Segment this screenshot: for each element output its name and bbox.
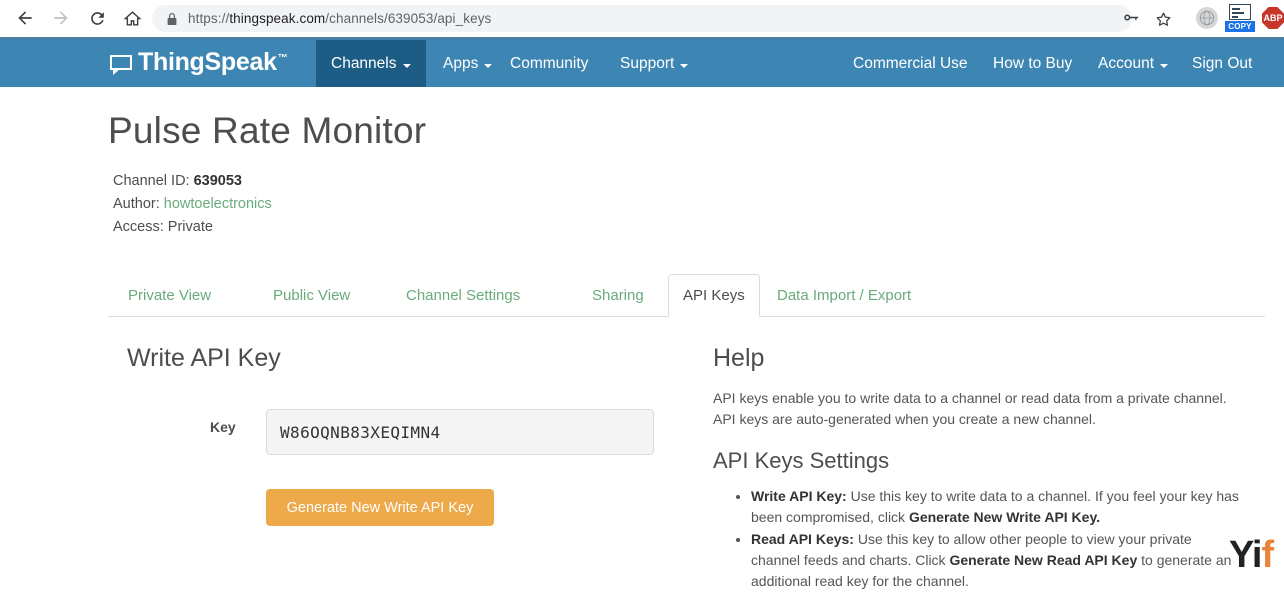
abp-label: ABP (1263, 13, 1283, 23)
channel-meta: Channel ID: 639053 Author: howtoelectron… (113, 170, 272, 239)
api-keys-settings-heading: API Keys Settings (713, 448, 890, 473)
channel-id-value: 639053 (193, 173, 242, 189)
chevron-down-icon (484, 63, 493, 68)
browser-chrome: https://thingspeak.com/channels/639053/a… (0, 0, 1284, 37)
watermark: Yif (1229, 534, 1275, 576)
url-text: https://thingspeak.com/channels/639053/a… (188, 11, 491, 26)
extension-icons: COPY ABP (1196, 4, 1284, 32)
chevron-down-icon (1160, 63, 1169, 68)
channel-tabs: Private View Public View Channel Setting… (108, 274, 1265, 317)
nav-item-support-label: Support (620, 54, 675, 72)
tab-sharing-label: Sharing (592, 286, 644, 304)
channel-author-label: Author: (113, 196, 160, 212)
star-icon[interactable] (1150, 6, 1176, 32)
back-button[interactable] (10, 3, 40, 33)
reload-icon (90, 11, 104, 25)
home-icon (123, 10, 141, 26)
speech-bubble-icon (110, 55, 132, 75)
back-arrow-icon (18, 11, 32, 25)
nav-item-how-to-buy[interactable]: How to Buy (978, 40, 1087, 87)
nav-item-how-to-buy-label: How to Buy (993, 54, 1073, 72)
channel-id-row: Channel ID: 639053 (113, 170, 272, 193)
nav-item-community-label: Community (510, 54, 589, 72)
thingspeak-logo[interactable]: ThingSpeak ™ (110, 48, 288, 77)
help-list: Write API Key: Use this key to write dat… (733, 486, 1243, 593)
forward-arrow-icon (54, 11, 68, 25)
nav-item-sign-out[interactable]: Sign Out (1177, 40, 1267, 87)
brand-trademark: ™ (277, 53, 288, 64)
nav-item-commercial-use[interactable]: Commercial Use (838, 40, 983, 87)
channel-access-label: Access: (113, 219, 164, 235)
tab-data-import-export[interactable]: Data Import / Export (763, 274, 925, 316)
page-title: Pulse Rate Monitor (108, 110, 427, 151)
key-icon[interactable] (1118, 6, 1144, 32)
write-api-key-label: Key (210, 419, 236, 435)
nav-item-support[interactable]: Support (605, 40, 703, 87)
copy-extension-label: COPY (1225, 21, 1255, 32)
tab-sharing[interactable]: Sharing (578, 274, 658, 316)
lock-icon (167, 12, 177, 25)
channel-id-label: Channel ID: (113, 173, 190, 189)
nav-item-account-label: Account (1098, 54, 1155, 72)
list-item: Read API Keys: Use this key to allow oth… (751, 529, 1243, 592)
url-scheme: https:// (188, 11, 230, 26)
document-icon (1229, 4, 1251, 20)
chevron-down-icon (680, 63, 689, 68)
nav-item-sign-out-label: Sign Out (1192, 54, 1253, 72)
forward-button[interactable] (46, 3, 76, 33)
nav-item-channels-label: Channels (331, 54, 397, 72)
tab-channel-settings-label: Channel Settings (406, 286, 521, 304)
generate-new-write-api-key-button[interactable]: Generate New Write API Key (266, 489, 494, 526)
chevron-down-icon (402, 63, 411, 68)
write-api-key-heading: Write API Key (127, 344, 281, 372)
channel-access-row: Access: Private (113, 216, 272, 239)
nav-item-apps-label: Apps (443, 54, 479, 72)
omnibox-actions (1118, 6, 1176, 32)
tab-public-view-label: Public View (273, 286, 351, 304)
home-button[interactable] (117, 3, 147, 33)
list-item: Write API Key: Use this key to write dat… (751, 486, 1243, 528)
url-host: thingspeak.com (229, 11, 326, 26)
url-path: /channels/639053/api_keys (325, 11, 492, 26)
help-item-bold-mid: Generate New Read API Key (949, 552, 1138, 568)
tab-private-view[interactable]: Private View (114, 274, 225, 316)
tab-channel-settings[interactable]: Channel Settings (392, 274, 534, 316)
url-bar[interactable]: https://thingspeak.com/channels/639053/a… (152, 5, 1132, 32)
channel-access-value: Private (167, 219, 213, 235)
help-intro-text: API keys enable you to write data to a c… (713, 390, 1227, 427)
help-item-term: Read API Keys: (751, 531, 854, 547)
tab-api-keys-label: API Keys (683, 287, 745, 304)
nav-item-commercial-use-label: Commercial Use (853, 54, 968, 72)
brand-name: ThingSpeak (138, 48, 277, 76)
adblock-plus-extension-icon[interactable]: ABP (1262, 7, 1284, 29)
tab-private-view-label: Private View (128, 286, 212, 304)
copy-extension-icon[interactable]: COPY (1225, 4, 1255, 32)
reload-button[interactable] (82, 3, 112, 33)
help-item-bold-mid: Generate New Write API Key. (908, 509, 1101, 525)
globe-extension-icon[interactable] (1196, 7, 1218, 29)
help-item-term: Write API Key: (751, 488, 847, 504)
help-heading: Help (713, 344, 765, 372)
tab-data-import-export-label: Data Import / Export (777, 286, 912, 304)
tab-api-keys[interactable]: API Keys (668, 274, 760, 317)
tab-public-view[interactable]: Public View (259, 274, 364, 316)
channel-author-row: Author: howtoelectronics (113, 193, 272, 216)
nav-item-community[interactable]: Community (495, 40, 603, 87)
write-api-key-input[interactable] (266, 409, 654, 455)
channel-author-link[interactable]: howtoelectronics (164, 196, 272, 212)
nav-item-channels[interactable]: Channels (316, 40, 426, 87)
watermark-text-accent: f (1261, 534, 1275, 576)
nav-item-account[interactable]: Account (1083, 40, 1183, 87)
watermark-text-dark: Yi (1229, 534, 1262, 576)
